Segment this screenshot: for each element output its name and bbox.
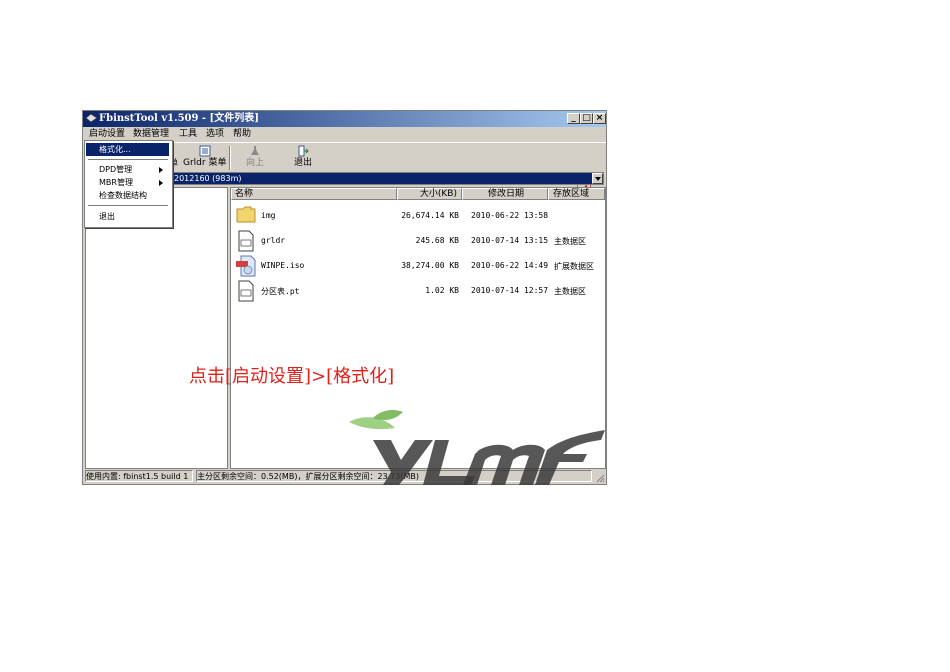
list-icon [199, 145, 211, 157]
grldr-menu-button[interactable]: Grldr 菜单 [183, 145, 226, 169]
window-title: FbinstTool v1.509 - [文件列表] [99, 113, 260, 124]
menu-item-mbr[interactable]: MBR管理 [86, 176, 169, 189]
boot-settings-dropdown: 格式化... DPD管理 MBR管理 检查数据结构 退出 [84, 140, 173, 228]
file-name: 分区表.pt [261, 287, 300, 296]
up-label: 向上 [246, 158, 265, 168]
drive-selector-value: 2012160 (983m) [174, 174, 242, 183]
submenu-arrow-icon [159, 180, 163, 186]
file-date: 2010-07-14 13:15 [471, 236, 549, 245]
menu-item-check-structure[interactable]: 检查数据结构 [86, 189, 169, 202]
dropdown-button[interactable] [592, 173, 603, 184]
file-size: 245.68 KB [415, 236, 459, 245]
file-row[interactable]: grldr 245.68 KB 2010-07-14 13:15 主数据区 [231, 228, 605, 253]
column-header-name[interactable]: 名称 [231, 188, 397, 200]
file-area: 扩展数据区 [554, 262, 594, 271]
file-date: 2010-06-22 14:49 [471, 261, 549, 270]
menu-options[interactable]: 选项 [206, 128, 224, 140]
menu-item-dpd[interactable]: DPD管理 [86, 163, 169, 176]
close-button[interactable]: × [593, 113, 606, 124]
up-arrow-icon [251, 146, 259, 155]
file-size: 26,674.14 KB [401, 211, 459, 220]
grldr-menu-label: Grldr 菜单 [183, 158, 227, 168]
instruction-annotation: 点击[启动设置]>[格式化] [189, 366, 395, 387]
status-build-info: 使用内置: fbinst1.5 build 1 [85, 470, 193, 482]
file-row[interactable]: img 26,674.14 KB 2010-06-22 13:58 [231, 203, 605, 228]
toolbar-separator [229, 146, 231, 170]
menu-separator [88, 205, 168, 207]
menu-separator [88, 159, 168, 161]
file-row[interactable]: WINPE.iso 38,274.00 KB 2010-06-22 14:49 … [231, 253, 605, 278]
minimize-button[interactable]: _ [567, 113, 580, 124]
file-date: 2010-07-14 12:57 [471, 286, 549, 295]
folder-icon [236, 206, 256, 223]
file-name: img [261, 211, 276, 220]
column-header-size[interactable]: 大小(KB) [397, 188, 462, 200]
menu-boot-settings[interactable]: 启动设置 [89, 128, 125, 140]
up-button[interactable]: 向上 [246, 145, 264, 169]
iso-icon [236, 255, 256, 277]
chevron-down-icon [595, 177, 601, 181]
file-name: grldr [261, 236, 286, 245]
column-header-date[interactable]: 修改日期 [462, 188, 548, 200]
file-size: 1.02 KB [425, 286, 459, 295]
exit-label: 退出 [294, 158, 313, 168]
app-icon [86, 114, 97, 123]
exit-icon [298, 145, 309, 157]
file-name: WINPE.iso [261, 261, 305, 270]
file-area: 主数据区 [554, 237, 586, 246]
menu-bar: 启动设置 数据管理 工具 选项 帮助 [83, 127, 606, 141]
maximize-button[interactable]: □ [580, 113, 593, 124]
file-icon [238, 280, 254, 302]
file-row[interactable]: 分区表.pt 1.02 KB 2010-07-14 12:57 主数据区 [231, 278, 605, 303]
ylmf-watermark-logo [349, 410, 605, 485]
file-icon [238, 230, 254, 252]
title-bar[interactable]: FbinstTool v1.509 - [文件列表] _ □ × [83, 111, 606, 127]
exit-button[interactable]: 退出 [294, 145, 312, 169]
menu-tools[interactable]: 工具 [179, 128, 197, 140]
menu-help[interactable]: 帮助 [233, 128, 251, 140]
menu-item-exit[interactable]: 退出 [86, 210, 169, 223]
file-date: 2010-06-22 13:58 [471, 211, 549, 220]
submenu-arrow-icon [159, 167, 163, 173]
menu-data-management[interactable]: 数据管理 [133, 128, 169, 140]
file-size: 38,274.00 KB [401, 261, 459, 270]
file-area: 主数据区 [554, 287, 586, 296]
column-header-area[interactable]: 存放区域 [548, 188, 605, 200]
menu-item-format[interactable]: 格式化... [86, 143, 169, 156]
partition-tree-pane[interactable] [85, 187, 228, 469]
